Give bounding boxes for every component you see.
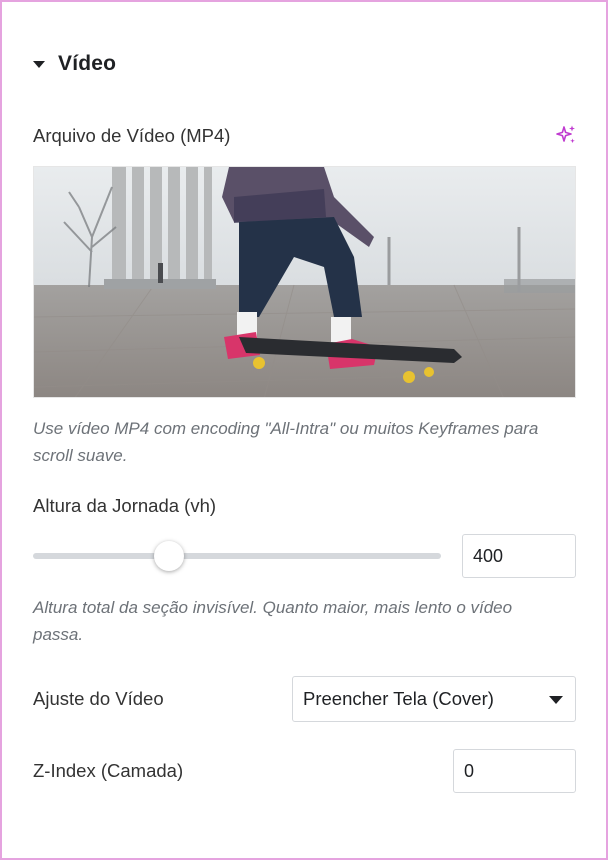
dropdown-arrow-icon [549, 696, 563, 704]
video-fit-label: Ajuste do Vídeo [33, 688, 164, 709]
z-index-input[interactable] [453, 749, 576, 793]
video-thumbnail[interactable] [33, 166, 576, 398]
journey-height-slider-thumb[interactable] [154, 541, 184, 571]
skateboard-video-thumbnail [34, 167, 575, 397]
section-title: Vídeo [58, 52, 117, 75]
video-file-label: Arquivo de Vídeo (MP4) [33, 125, 231, 146]
section-header-video[interactable]: Vídeo [33, 50, 116, 78]
journey-height-label: Altura da Jornada (vh) [33, 495, 217, 516]
sparkles-icon[interactable] [555, 124, 577, 146]
caret-down-icon[interactable] [33, 61, 45, 68]
journey-height-input[interactable] [462, 534, 576, 578]
z-index-label: Z-Index (Camada) [33, 760, 184, 781]
video-fit-selected: Preencher Tela (Cover) [303, 688, 494, 709]
journey-height-help: Altura total da seção invisível. Quanto … [33, 598, 513, 644]
journey-height-slider-track[interactable] [33, 553, 441, 559]
video-fit-select[interactable]: Preencher Tela (Cover) [292, 676, 576, 722]
video-file-help: Use vídeo MP4 com encoding "All-Intra" o… [33, 419, 539, 465]
